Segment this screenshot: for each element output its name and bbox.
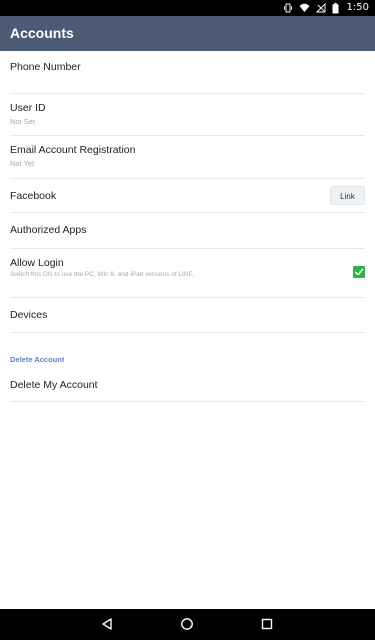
status-icons: 1:50: [283, 0, 369, 16]
navigation-bar: [0, 609, 375, 640]
user-id-label: User ID: [10, 102, 46, 114]
phone-number-item[interactable]: Phone Number: [10, 51, 365, 94]
status-bar: 1:50: [0, 0, 375, 16]
back-icon[interactable]: [100, 617, 114, 631]
email-registration-value: Not Yet: [10, 159, 35, 168]
checkmark-icon: [354, 268, 364, 276]
delete-account-section-header: Delete Account: [10, 355, 65, 364]
authorized-apps-label: Authorized Apps: [10, 224, 87, 236]
delete-my-account-label: Delete My Account: [10, 379, 98, 391]
devices-label: Devices: [10, 309, 48, 321]
allow-login-checkbox[interactable]: [353, 266, 365, 278]
home-icon[interactable]: [180, 617, 194, 631]
devices-item[interactable]: Devices: [10, 297, 365, 333]
email-registration-item[interactable]: Email Account Registration Not Yet: [10, 135, 365, 179]
wifi-icon: [299, 3, 310, 13]
facebook-item: Facebook Link: [10, 178, 365, 213]
allow-login-item[interactable]: Allow Login Switch this ON to use the PC…: [10, 248, 365, 298]
recents-icon[interactable]: [260, 617, 274, 631]
facebook-link-button[interactable]: Link: [330, 186, 365, 205]
vibrate-icon: [283, 3, 293, 13]
user-id-value: Not Set: [10, 117, 36, 126]
email-registration-label: Email Account Registration: [10, 144, 136, 156]
page-title: Accounts: [10, 25, 74, 41]
status-time: 1:50: [346, 2, 369, 13]
authorized-apps-item[interactable]: Authorized Apps: [10, 212, 365, 249]
allow-login-description: Switch this ON to use the PC, Win 8, and…: [10, 271, 195, 278]
user-id-item[interactable]: User ID Not Set: [10, 93, 365, 136]
facebook-label: Facebook: [10, 190, 57, 202]
phone-number-label: Phone Number: [10, 61, 81, 73]
allow-login-label: Allow Login: [10, 257, 64, 269]
app-bar: Accounts: [0, 16, 375, 51]
no-signal-icon: [315, 3, 326, 13]
battery-icon: [332, 2, 339, 14]
delete-my-account-item[interactable]: Delete My Account: [10, 367, 365, 402]
